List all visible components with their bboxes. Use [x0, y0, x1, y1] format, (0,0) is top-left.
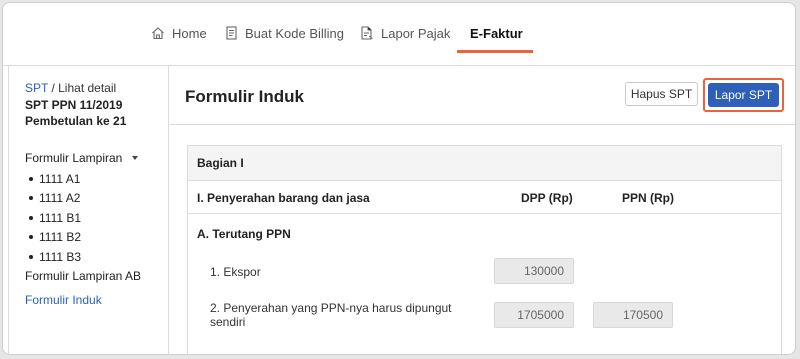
lapor-spt-highlight: Lapor SPT [703, 78, 784, 112]
breadcrumb-current: / Lihat detail [48, 81, 117, 95]
lampiran-item-label: 1111 B2 [39, 230, 82, 245]
dpp-ekspor-field[interactable]: 130000 [494, 258, 574, 284]
lampiran-item-label: 1111 A1 [39, 171, 81, 186]
sidebar: SPT / Lihat detail SPT PPN 11/2019 Pembe… [8, 65, 169, 354]
row-label-ekspor: 1. Ekspor [210, 265, 261, 279]
lampiran-item-1111-b1[interactable]: 1111 B1 [29, 208, 81, 228]
column-header-ppn: PPN (Rp) [622, 191, 674, 205]
column-header-description: I. Penyerahan barang dan jasa [197, 191, 370, 205]
main-content: Formulir Induk Hapus SPT Lapor SPT Bagia… [170, 65, 795, 354]
spt-subtitle: Pembetulan ke 21 [25, 114, 127, 128]
page-title: Formulir Induk [185, 87, 304, 106]
lampiran-item-label: 1111 B3 [39, 249, 82, 264]
nav-lapor-pajak-label: Lapor Pajak [381, 25, 451, 41]
bagian-i-section: Bagian I I. Penyerahan barang dan jasa D… [187, 145, 782, 354]
main-divider [170, 124, 795, 125]
dpp-penyerahan-field[interactable]: 1705000 [494, 302, 574, 328]
caret-down-icon [132, 156, 139, 160]
nav-e-faktur[interactable]: E-Faktur [470, 22, 523, 44]
lampiran-list: 1111 A1 1111 A2 1111 B1 1111 B2 1111 B3 [29, 169, 81, 267]
column-header-dpp: DPP (Rp) [521, 191, 573, 205]
nav-buat-kode-billing[interactable]: Buat Kode Billing [225, 22, 344, 44]
lampiran-item-label: 1111 B1 [39, 210, 82, 225]
section-header: Bagian I [188, 146, 781, 181]
top-navigation: Home Buat Kode Billing Lapor Pajak E-Fak… [3, 3, 795, 65]
group-label-terutang-ppn: A. Terutang PPN [197, 227, 291, 241]
bullet-icon [29, 196, 33, 201]
formulir-lampiran-toggle[interactable]: Formulir Lampiran [25, 151, 139, 165]
formulir-lampiran-label: Formulir Lampiran [25, 151, 123, 165]
bullet-icon [29, 215, 33, 220]
spt-title: SPT PPN 11/2019 [25, 98, 123, 112]
nav-lapor-pajak[interactable]: Lapor Pajak [360, 22, 450, 44]
nav-buat-kode-billing-label: Buat Kode Billing [245, 25, 345, 41]
nav-e-faktur-label: E-Faktur [470, 25, 523, 41]
formulir-lampiran-ab-link[interactable]: Formulir Lampiran AB [25, 269, 141, 283]
breadcrumb-spt-link[interactable]: SPT [25, 81, 48, 95]
lampiran-item-1111-a1[interactable]: 1111 A1 [29, 169, 81, 189]
lapor-spt-button[interactable]: Lapor SPT [708, 83, 779, 107]
nav-home-label: Home [172, 25, 207, 41]
report-icon [360, 26, 374, 40]
nav-home[interactable]: Home [151, 22, 207, 44]
bullet-icon [29, 254, 33, 259]
lampiran-item-1111-b3[interactable]: 1111 B3 [29, 247, 81, 267]
bullet-icon [29, 176, 33, 181]
active-tab-indicator [457, 50, 533, 53]
formulir-induk-link[interactable]: Formulir Induk [25, 293, 102, 307]
lampiran-item-label: 1111 A2 [39, 191, 81, 206]
app-window: Home Buat Kode Billing Lapor Pajak E-Fak… [2, 2, 796, 355]
home-icon [151, 26, 165, 40]
table-header-row: I. Penyerahan barang dan jasa DPP (Rp) P… [188, 181, 781, 214]
bullet-icon [29, 235, 33, 240]
row-label-penyerahan-dipungut-sendiri: 2. Penyerahan yang PPN-nya harus dipungu… [210, 301, 452, 329]
document-icon [225, 26, 238, 40]
ppn-penyerahan-field[interactable]: 170500 [593, 302, 673, 328]
hapus-spt-button[interactable]: Hapus SPT [625, 82, 698, 106]
breadcrumb: SPT / Lihat detail [25, 81, 116, 95]
lampiran-item-1111-b2[interactable]: 1111 B2 [29, 228, 81, 248]
lampiran-item-1111-a2[interactable]: 1111 A2 [29, 189, 81, 209]
